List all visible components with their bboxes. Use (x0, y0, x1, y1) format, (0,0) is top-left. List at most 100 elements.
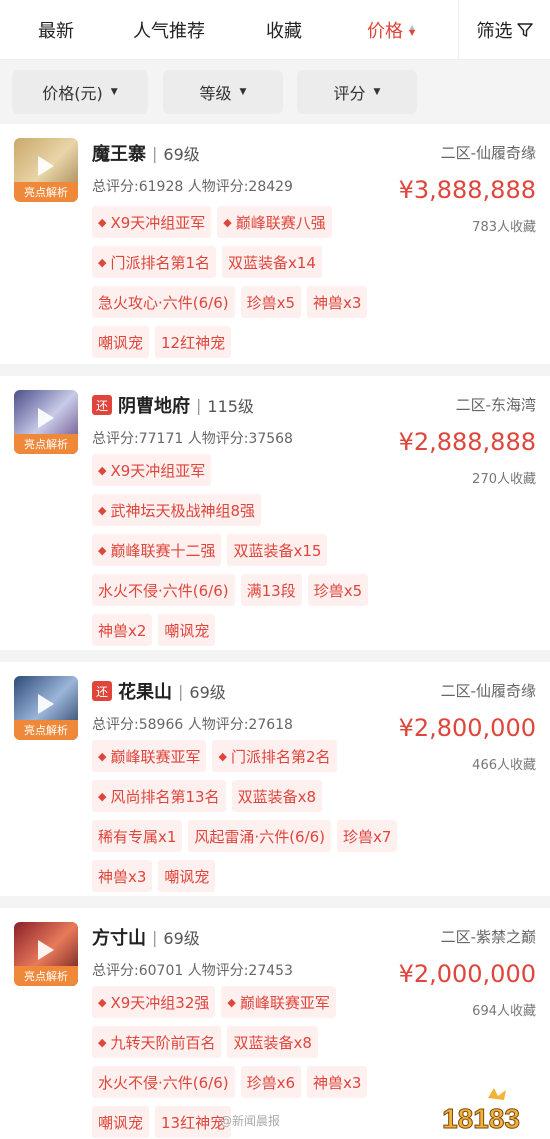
diamond-icon: ◆ (227, 995, 236, 1009)
honor-tag: ◆ X9天冲组亚军 (92, 206, 212, 238)
server-name: 二区-仙履奇缘 (440, 682, 536, 700)
play-icon (38, 156, 54, 176)
attr-tag: 珍兽x6 (240, 1066, 302, 1098)
score-text: 总评分:77171 人物评分:37568 (92, 431, 293, 447)
diamond-icon: ◆ (98, 255, 107, 269)
favorite-count: 270人收藏 (472, 472, 536, 487)
score-filter-dropdown[interactable]: 评分 ▼ (297, 70, 417, 114)
attr-tag: 神兽x2 (92, 614, 153, 646)
play-icon (38, 694, 54, 714)
honor-tag-text: 门派排名第2名 (230, 747, 331, 766)
avatar[interactable]: 亮点解析 (14, 676, 78, 740)
highlight-badge: 亮点解析 (14, 720, 78, 740)
honor-tag-text: X9天冲组32强 (110, 993, 210, 1012)
honor-tag: ◆ X9天冲组32强 (92, 986, 216, 1018)
attr-tag: 嘲讽宠 (158, 860, 216, 892)
listing-card[interactable]: 亮点解析 还 花果山 | 69级 二区-仙履奇缘 总评分:58966 人物评分:… (0, 662, 550, 902)
honor-tag-text: 武神坛天极战神组8强 (110, 501, 256, 520)
attr-tag: 双蓝装备x15 (227, 534, 328, 566)
title-separator: | (152, 927, 158, 947)
attr-tag: 水火不侵·六件(6/6) (92, 1066, 235, 1098)
favorite-count: 466人收藏 (472, 758, 536, 773)
attr-tag: 神兽x3 (307, 1066, 368, 1098)
honor-tag: ◆ 巅峰联赛亚军 (221, 986, 336, 1018)
title-row: 还 阴曹地府 | 115级 (92, 392, 254, 418)
honor-tag: ◆ 门派排名第2名 (212, 740, 337, 772)
caret-down-icon: ▼ (373, 87, 381, 97)
tab-favorites-label: 收藏 (266, 20, 302, 42)
avatar[interactable]: 亮点解析 (14, 922, 78, 986)
highlight-badge: 亮点解析 (14, 182, 78, 202)
diamond-icon: ◆ (98, 1035, 107, 1049)
honor-tag-text: 巅峰联赛亚军 (239, 993, 330, 1012)
diamond-icon: ◆ (98, 789, 107, 803)
attr-tag: 双蓝装备x14 (222, 246, 322, 278)
price: ¥3,888,888 (398, 176, 536, 204)
title-separator: | (152, 143, 158, 163)
honor-tag: ◆ 九转天阶前百名 (92, 1026, 222, 1058)
tab-latest-label: 最新 (38, 20, 74, 42)
tab-favorites[interactable]: 收藏 (266, 17, 302, 43)
return-badge: 还 (92, 681, 112, 701)
character-level: 69级 (163, 929, 200, 948)
highlight-badge: 亮点解析 (14, 434, 78, 454)
score-text: 总评分:60701 人物评分:27453 (92, 963, 293, 979)
server-name: 二区-东海湾 (455, 396, 536, 414)
honor-tag-text: 九转天阶前百名 (110, 1033, 216, 1052)
filter-label: 筛选 (476, 21, 513, 42)
diamond-icon: ◆ (218, 749, 227, 763)
diamond-icon: ◆ (98, 215, 107, 229)
attr-tag: 珍兽x5 (307, 574, 369, 606)
tab-popular[interactable]: 人气推荐 (133, 17, 205, 43)
attr-tag: 双蓝装备x8 (231, 780, 322, 812)
price: ¥2,000,000 (398, 960, 536, 988)
honor-tag-text: 巅峰联赛亚军 (110, 747, 201, 766)
honor-tag-text: 门派排名第1名 (110, 253, 211, 272)
level-filter-dropdown[interactable]: 等级 ▼ (163, 70, 283, 114)
favorite-count: 694人收藏 (472, 1004, 536, 1019)
avatar[interactable]: 亮点解析 (14, 390, 78, 454)
diamond-icon: ◆ (98, 749, 107, 763)
listing-card[interactable]: 亮点解析 还 阴曹地府 | 115级 二区-东海湾 总评分:77171 人物评分… (0, 376, 550, 656)
tag-list: ◆ X9天冲组亚军 ◆ 巅峰联赛八强 ◆ 门派排名第1名 双蓝装备x14 急火攻心·六… (92, 206, 392, 366)
price: ¥2,800,000 (398, 714, 536, 742)
watermark: @新闻晨报 (220, 1114, 281, 1128)
attr-tag: 水火不侵·六件(6/6) (92, 574, 235, 606)
title-row: 还 花果山 | 69级 (92, 678, 226, 704)
top-tab-bar: 最新 人气推荐 收藏 价格 ▲ ▼ 筛选 (0, 0, 550, 60)
character-level: 69级 (163, 145, 200, 164)
filter-button[interactable]: 筛选 (458, 0, 550, 60)
attr-tag: 双蓝装备x8 (227, 1026, 318, 1058)
diamond-icon: ◆ (98, 503, 107, 517)
tab-popular-label: 人气推荐 (133, 20, 205, 42)
character-school: 方寸山 (92, 928, 146, 949)
server-name: 二区-紫禁之巅 (440, 928, 536, 946)
attr-tag: 神兽x3 (92, 860, 153, 892)
honor-tag-text: X9天冲组亚军 (110, 213, 206, 232)
honor-tag: ◆ 巅峰联赛十二强 (92, 534, 222, 566)
tag-list: ◆ X9天冲组亚军 ◆ 武神坛天极战神组8强 ◆ 巅峰联赛十二强 双蓝装备x15 水火… (92, 454, 392, 654)
attr-tag: 珍兽x5 (240, 286, 302, 318)
honor-tag: ◆ 风尚排名第13名 (92, 780, 226, 812)
price-filter-label: 价格(元) (42, 84, 103, 103)
honor-tag: ◆ 巅峰联赛八强 (217, 206, 332, 238)
caret-down-icon: ▼ (110, 87, 118, 97)
attr-tag: 稀有专属x1 (92, 820, 183, 852)
honor-tag: ◆ 门派排名第1名 (92, 246, 217, 278)
character-level: 69级 (189, 683, 226, 702)
attr-tag: 嘲讽宠 (158, 614, 216, 646)
price-filter-dropdown[interactable]: 价格(元) ▼ (12, 70, 148, 114)
tab-price[interactable]: 价格 ▲ ▼ (367, 17, 415, 43)
attr-tag: 珍兽x7 (337, 820, 398, 852)
avatar[interactable]: 亮点解析 (14, 138, 78, 202)
attr-tag: 12红神宠 (155, 326, 232, 358)
return-badge: 还 (92, 395, 112, 415)
score-text: 总评分:61928 人物评分:28429 (92, 179, 293, 195)
title-separator: | (196, 395, 202, 415)
tab-latest[interactable]: 最新 (38, 17, 74, 43)
favorite-count: 783人收藏 (472, 220, 536, 235)
honor-tag-text: X9天冲组亚军 (110, 461, 206, 480)
listing-card[interactable]: 亮点解析 魔王寨 | 69级 二区-仙履奇缘 总评分:61928 人物评分:28… (0, 124, 550, 370)
honor-tag-text: 风尚排名第13名 (110, 787, 220, 806)
honor-tag: ◆ 武神坛天极战神组8强 (92, 494, 262, 526)
